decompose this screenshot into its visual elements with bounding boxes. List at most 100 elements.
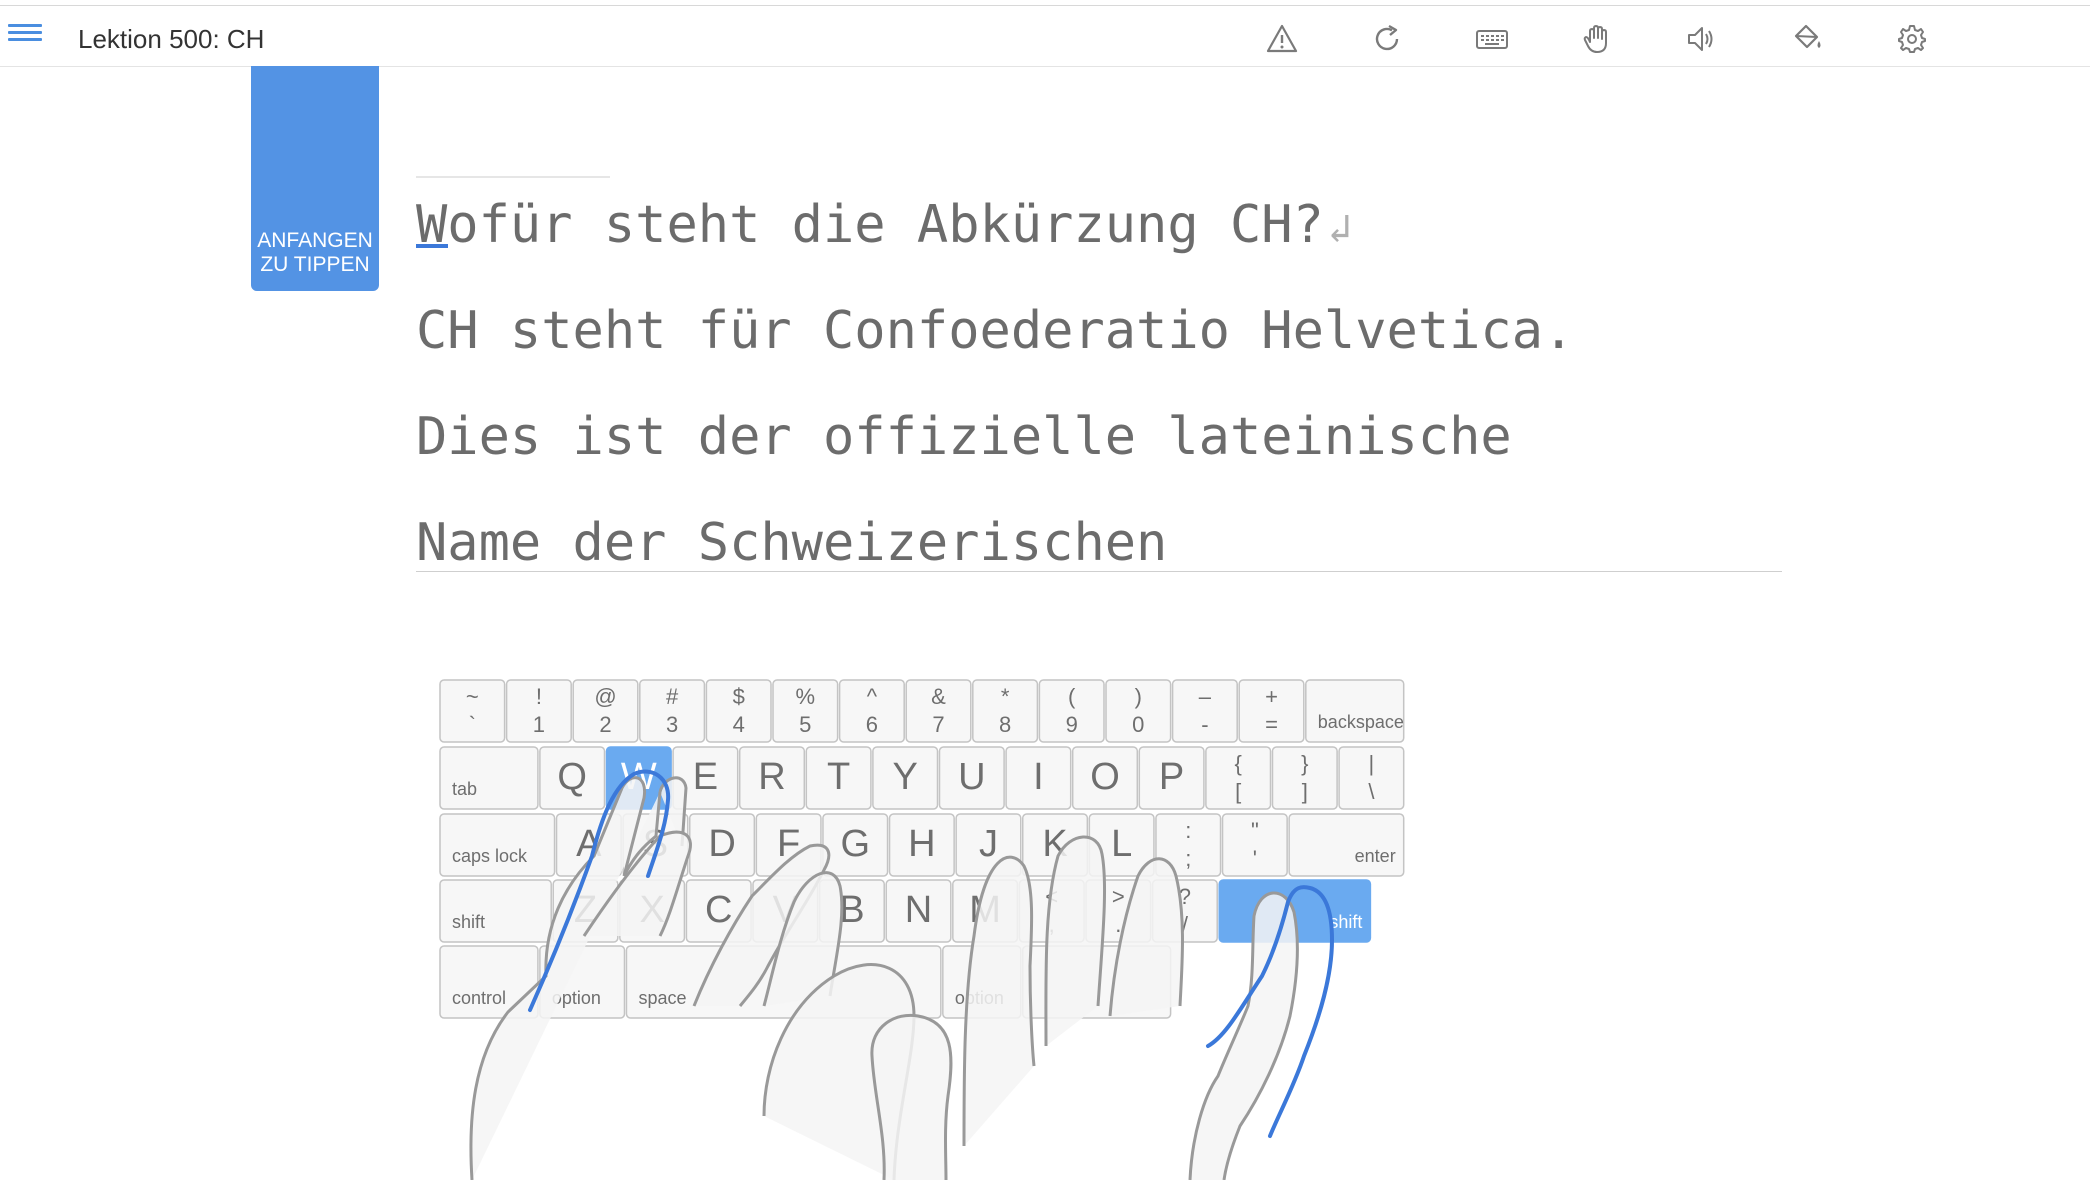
hamburger-icon[interactable] — [8, 20, 42, 50]
text-bottom-rule — [416, 571, 1782, 572]
key-legend-top: } — [1301, 751, 1308, 776]
key-i[interactable]: I — [1005, 746, 1072, 810]
key-legend-top: ! — [536, 684, 542, 709]
key-legend: R — [758, 756, 785, 798]
lesson-line-2: CH steht für Confoederatio Helvetica. — [416, 301, 1575, 361]
key-caps-lock[interactable]: caps lock — [439, 813, 556, 877]
key-enter[interactable]: enter — [1288, 813, 1405, 877]
key-!-1[interactable]: !1 — [505, 679, 572, 743]
key-|-\[interactable]: |\ — [1338, 746, 1405, 810]
key-legend: Y — [893, 756, 918, 798]
key-y[interactable]: Y — [872, 746, 939, 810]
lesson-line-3: Dies ist der offizielle lateinische — [416, 407, 1512, 467]
key-legend: N — [905, 889, 932, 931]
key-tab[interactable]: tab — [439, 746, 539, 810]
key-label: backspace — [1318, 712, 1404, 732]
lesson-line-1-text: Wofür steht die Abkürzung CH? — [416, 195, 1324, 255]
key-–--[interactable]: –- — [1171, 679, 1238, 743]
key-legend-top: $ — [733, 684, 745, 709]
key-label: space — [638, 988, 686, 1008]
start-typing-label-line2: ZU TIPPEN — [260, 253, 370, 276]
key-n[interactable]: N — [885, 879, 952, 943]
virtual-keyboard: ~`!1@2#3$4%5^6&7*8(9)0–-+=backspacetabQW… — [434, 676, 1424, 1180]
key-legend-bottom: ` — [469, 712, 476, 737]
key-^-6[interactable]: ^6 — [838, 679, 905, 743]
gear-icon[interactable] — [1895, 22, 1929, 56]
key-}-][interactable]: }] — [1271, 746, 1338, 810]
key-legend-bottom: ' — [1253, 846, 1257, 871]
key-label: tab — [452, 779, 477, 799]
keyboard-icon[interactable] — [1475, 22, 1509, 56]
key-g[interactable]: G — [822, 813, 889, 877]
key-r[interactable]: R — [738, 746, 806, 810]
key-"-'[interactable]: "' — [1221, 813, 1288, 877]
key-legend: H — [908, 823, 935, 865]
lesson-title: Lektion 500: CH — [78, 24, 265, 54]
key-legend-bottom: 9 — [1066, 712, 1078, 737]
key-legend-bottom: 1 — [533, 712, 545, 737]
key-legend-top: ~ — [466, 684, 479, 709]
key-legend: I — [1033, 756, 1044, 798]
key-+-=[interactable]: += — [1238, 679, 1305, 743]
hand-icon[interactable] — [1580, 22, 1614, 56]
key-legend: J — [979, 823, 998, 865]
enter-mark-icon: ↲ — [1327, 206, 1352, 252]
key-backspace[interactable]: backspace — [1305, 679, 1405, 743]
key-legend-bottom: 4 — [733, 712, 745, 737]
key-legend-top: > — [1112, 884, 1125, 909]
key-o[interactable]: O — [1071, 746, 1139, 810]
key-legend: P — [1159, 756, 1184, 798]
key-label: caps lock — [452, 846, 528, 866]
key-legend-bottom: - — [1201, 712, 1208, 737]
key-legend-top: % — [796, 684, 816, 709]
typing-cursor — [416, 244, 448, 248]
key-t[interactable]: T — [805, 746, 872, 810]
key-{-[[interactable]: {[ — [1205, 746, 1272, 810]
key-legend-top: ) — [1135, 684, 1142, 709]
warning-icon[interactable] — [1265, 22, 1299, 56]
key-legend-top: @ — [594, 684, 616, 709]
reload-icon[interactable] — [1370, 22, 1404, 56]
key-legend-bottom: = — [1265, 712, 1278, 737]
key-label: shift — [1329, 912, 1362, 932]
key-*-8[interactable]: *8 — [972, 679, 1039, 743]
key-@-2[interactable]: @2 — [572, 679, 639, 743]
lesson-line-1: Wofür steht die Abkürzung CH? ↲ — [416, 172, 1782, 278]
key-#-3[interactable]: #3 — [639, 679, 706, 743]
key-u[interactable]: U — [938, 746, 1005, 810]
lesson-text-area[interactable]: Wofür steht die Abkürzung CH? ↲ CH steht … — [416, 170, 1782, 596]
paint-bucket-icon[interactable] — [1790, 22, 1824, 56]
key-label: shift — [452, 912, 485, 932]
key-legend-bottom: [ — [1235, 779, 1241, 804]
key-shift[interactable]: shift — [439, 879, 552, 943]
key-legend: C — [705, 889, 732, 931]
key-~-`[interactable]: ~` — [439, 679, 506, 743]
key-$-4[interactable]: $4 — [705, 679, 772, 743]
key-%-5[interactable]: %5 — [772, 679, 839, 743]
key-legend: D — [708, 823, 735, 865]
key-legend-top: : — [1185, 818, 1191, 843]
key-legend-bottom: 8 — [999, 712, 1011, 737]
key-(-9[interactable]: (9 — [1038, 679, 1105, 743]
start-typing-button[interactable]: ANFANGEN ZU TIPPEN — [251, 66, 379, 291]
key-legend-bottom: 6 — [866, 712, 878, 737]
lesson-line-4: Name der Schweizerischen — [416, 513, 1168, 573]
key-legend-bottom: 0 — [1132, 712, 1144, 737]
key-p[interactable]: P — [1138, 746, 1205, 810]
key-q[interactable]: Q — [539, 746, 606, 810]
key-legend: O — [1090, 756, 1120, 798]
key-&-7[interactable]: &7 — [905, 679, 972, 743]
keyboard-svg: ~`!1@2#3$4%5^6&7*8(9)0–-+=backspacetabQW… — [439, 679, 1405, 1180]
key-legend-bottom: 3 — [666, 712, 678, 737]
key-h[interactable]: H — [888, 813, 955, 877]
key-legend-bottom: ] — [1302, 779, 1308, 804]
sound-icon[interactable] — [1685, 22, 1719, 56]
key-)-0[interactable]: )0 — [1105, 679, 1172, 743]
key-label: enter — [1355, 846, 1396, 866]
key-legend-bottom: 7 — [932, 712, 944, 737]
key-legend: E — [693, 756, 718, 798]
top-toolbar: Lektion 500: CH — [0, 5, 2090, 67]
key-label: control — [452, 988, 506, 1008]
key-d[interactable]: D — [689, 813, 756, 877]
key-legend-top: | — [1369, 751, 1375, 776]
